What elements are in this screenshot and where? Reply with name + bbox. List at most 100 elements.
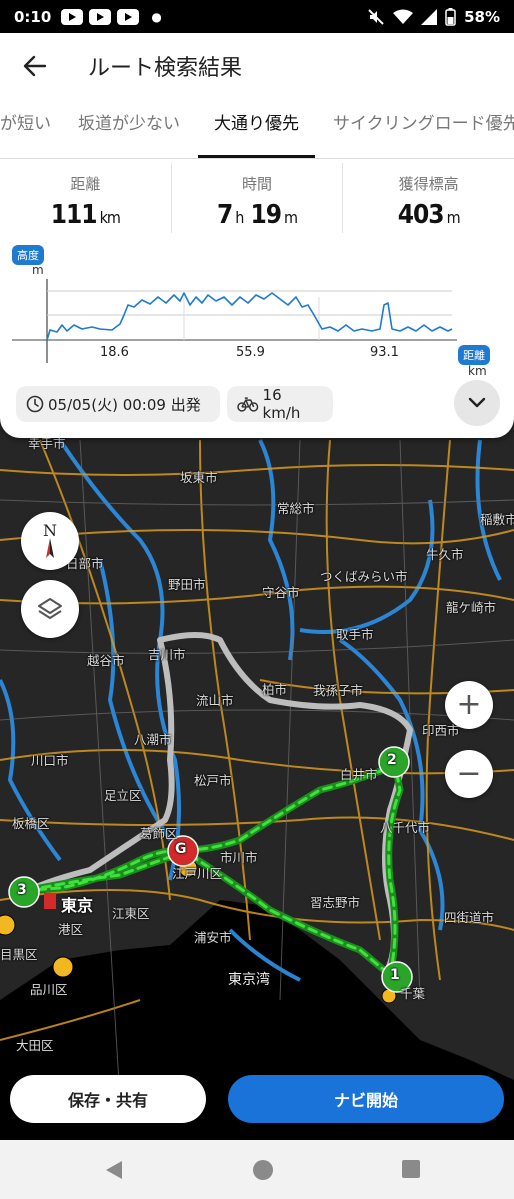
time-minutes: 19 bbox=[250, 200, 282, 230]
elevation-tick: 93.1 bbox=[370, 345, 399, 360]
elevation-tick: 18.6 bbox=[100, 345, 129, 360]
departure-time-text: 05/05(火) 00:09 出発 bbox=[48, 395, 201, 414]
map-label: 港区 bbox=[58, 922, 84, 937]
wifi-icon bbox=[393, 9, 414, 24]
zoom-in-button[interactable]: + bbox=[445, 681, 493, 729]
map-label: 松戸市 bbox=[194, 773, 232, 788]
zoom-out-button[interactable]: − bbox=[445, 750, 493, 798]
page-title: ルート検索結果 bbox=[88, 56, 243, 81]
tab-shortest[interactable]: が短い bbox=[0, 99, 51, 158]
distance-number: 111 bbox=[50, 200, 98, 230]
arrow-left-icon bbox=[23, 55, 47, 77]
map-label: 我孫子市 bbox=[313, 683, 364, 698]
app-bar: ルート検索結果 bbox=[0, 33, 514, 99]
map-label: 白井市 bbox=[340, 767, 378, 782]
start-navigation-button[interactable]: ナビ開始 bbox=[228, 1075, 504, 1123]
time-h-unit: h bbox=[235, 208, 244, 227]
stat-time-label: 時間 bbox=[242, 175, 273, 193]
waypoint-1-label[interactable]: 1 bbox=[390, 968, 400, 982]
nav-back-icon[interactable] bbox=[104, 1159, 124, 1181]
map-label: 大田区 bbox=[16, 1038, 54, 1053]
map-label: 幸手市 bbox=[28, 436, 66, 451]
map-label: 柏市 bbox=[262, 682, 288, 697]
map-label: 八潮市 bbox=[134, 732, 172, 747]
map-label-bay: 東京湾 bbox=[228, 972, 270, 988]
route-summary-panel: ルート検索結果 が短い 坂道が少ない 大通り優先 サイクリングロード優先 距離 … bbox=[0, 33, 514, 438]
compass-icon: N bbox=[43, 522, 57, 558]
stat-elevation-label: 獲得標高 bbox=[398, 175, 459, 193]
youtube-notification-icon bbox=[117, 8, 140, 25]
map-label: 葛飾区 bbox=[140, 826, 178, 841]
svg-text:N: N bbox=[43, 522, 57, 540]
chevron-down-icon bbox=[468, 397, 486, 408]
waypoint-3-label[interactable]: 3 bbox=[17, 883, 27, 897]
stat-time-value: 7h 19 m bbox=[172, 200, 343, 230]
elevation-tick: 55.9 bbox=[236, 345, 265, 360]
route-stats: 距離 111 km 時間 7h 19 m 獲得標高 403 m bbox=[0, 163, 514, 233]
save-share-button[interactable]: 保存・共有 bbox=[10, 1075, 206, 1123]
stat-elevation: 獲得標高 403 m bbox=[343, 163, 514, 233]
signal-icon bbox=[421, 8, 438, 25]
goal-marker-label[interactable]: G bbox=[175, 842, 187, 856]
map-label: 八千代市 bbox=[380, 820, 431, 835]
map-label: 浦安市 bbox=[194, 930, 232, 945]
tab-fewer-slopes[interactable]: 坂道が少ない bbox=[78, 99, 180, 158]
map-label: 江東区 bbox=[112, 906, 150, 921]
tab-cycling-road[interactable]: サイクリングロード優先 bbox=[333, 99, 514, 158]
map-label: 吉川市 bbox=[148, 647, 186, 662]
elevation-profile[interactable]: 高度 m 18.6 55.9 93.1 距離 km bbox=[12, 245, 492, 380]
elevation-number: 403 bbox=[397, 200, 445, 230]
map-label: 常総市 bbox=[277, 501, 315, 516]
time-hours: 7 bbox=[216, 200, 233, 230]
map-label: 川口市 bbox=[31, 753, 69, 768]
map-label: 稲敷市 bbox=[480, 512, 514, 527]
status-bar: 0:10 ● 58% bbox=[0, 0, 514, 33]
battery-icon bbox=[445, 7, 456, 26]
stat-distance-label: 距離 bbox=[70, 175, 101, 193]
tab-main-roads[interactable]: 大通り優先 bbox=[198, 99, 315, 158]
speed-chip[interactable]: 16 km/h bbox=[227, 386, 333, 422]
departure-row: 05/05(火) 00:09 出発 16 km/h bbox=[0, 380, 514, 426]
minus-icon: − bbox=[456, 756, 482, 791]
battery-percent: 58% bbox=[464, 7, 500, 26]
nav-home-icon[interactable] bbox=[252, 1159, 274, 1181]
expand-button[interactable] bbox=[454, 380, 500, 426]
stat-distance-value: 111 km bbox=[0, 200, 171, 230]
map-label-tokyo: 東京 bbox=[61, 896, 94, 915]
bicycle-icon bbox=[237, 397, 259, 412]
mute-icon bbox=[368, 8, 384, 25]
elevation-unit: m bbox=[446, 208, 461, 227]
map-label: 目黒区 bbox=[0, 947, 38, 962]
clock-icon bbox=[26, 395, 44, 413]
youtube-notification-icon bbox=[89, 8, 112, 25]
plus-icon: + bbox=[456, 687, 482, 722]
map-label: 四街道市 bbox=[444, 910, 495, 925]
nav-recents-icon[interactable] bbox=[401, 1159, 421, 1179]
map-label: 千葉 bbox=[400, 986, 426, 1001]
map-label: 野田市 bbox=[168, 577, 206, 592]
map-label: 板橋区 bbox=[12, 816, 50, 831]
layers-button[interactable] bbox=[21, 580, 79, 638]
map-label: 越谷市 bbox=[87, 653, 125, 668]
departure-time-chip[interactable]: 05/05(火) 00:09 出発 bbox=[16, 386, 220, 422]
stat-distance: 距離 111 km bbox=[0, 163, 172, 233]
speed-text: 16 km/h bbox=[262, 386, 301, 422]
map-label: 守谷市 bbox=[262, 585, 300, 600]
map-label: 習志野市 bbox=[310, 895, 361, 910]
route-type-tabs: が短い 坂道が少ない 大通り優先 サイクリングロード優先 bbox=[0, 99, 514, 159]
back-button[interactable] bbox=[0, 33, 70, 99]
time-m-unit: m bbox=[284, 208, 298, 227]
map-label: 流山市 bbox=[196, 693, 234, 708]
map-label: 江戸川区 bbox=[172, 866, 223, 881]
waypoint-2-label[interactable]: 2 bbox=[387, 753, 397, 767]
compass-button[interactable]: N bbox=[21, 512, 79, 570]
youtube-notification-icon bbox=[61, 8, 84, 25]
map-label: 取手市 bbox=[336, 627, 374, 642]
map-label: 印西市 bbox=[422, 723, 460, 738]
more-notifications-icon: ● bbox=[151, 9, 162, 24]
stat-elevation-value: 403 m bbox=[343, 200, 514, 230]
map-label: 足立区 bbox=[104, 788, 142, 803]
map-label: 坂東市 bbox=[180, 470, 218, 485]
distance-axis-badge: 距離 bbox=[458, 345, 490, 365]
map-label: つくばみらい市 bbox=[320, 569, 408, 584]
